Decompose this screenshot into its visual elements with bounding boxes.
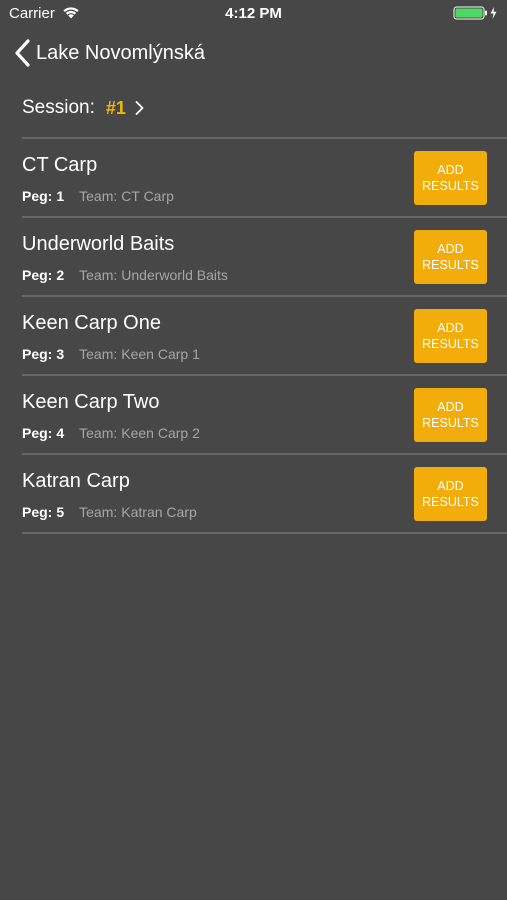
add-results-line1: ADD <box>437 321 464 335</box>
item-meta: Peg: 1 Team: CT Carp <box>22 188 174 204</box>
back-label: Lake Novomlýnská <box>36 41 205 64</box>
team-name: CT Carp <box>121 188 174 204</box>
screen: Carrier 4:12 PM Lake Novomlýnská Session… <box>0 0 507 900</box>
item-meta: Peg: 5 Team: Katran Carp <box>22 504 197 520</box>
peg-number: 5 <box>56 504 65 520</box>
add-results-line2: RESULTS <box>422 337 479 351</box>
team-name: Katran Carp <box>121 504 197 520</box>
divider <box>22 532 507 534</box>
add-results-line2: RESULTS <box>422 179 479 193</box>
add-results-button[interactable]: ADD RESULTS <box>414 151 487 205</box>
angler-name: CT Carp <box>22 154 98 176</box>
peg-number: 1 <box>56 188 65 204</box>
angler-list: CT Carp Peg: 1 Team: CT Carp ADD RESULTS… <box>22 137 507 534</box>
peg-number: 3 <box>56 346 65 362</box>
add-results-button[interactable]: ADD RESULTS <box>414 230 487 284</box>
add-results-line2: RESULTS <box>422 495 479 509</box>
list-item[interactable]: Keen Carp Two Peg: 4 Team: Keen Carp 2 A… <box>22 376 507 453</box>
session-label: Session: <box>22 97 95 118</box>
angler-name: Keen Carp Two <box>22 391 160 413</box>
battery-icon <box>453 6 497 20</box>
angler-name: Underworld Baits <box>22 233 175 255</box>
add-results-line1: ADD <box>437 242 464 256</box>
add-results-line1: ADD <box>437 163 464 177</box>
angler-name: Keen Carp One <box>22 312 161 334</box>
add-results-line1: ADD <box>437 479 464 493</box>
peg-label: Peg: <box>22 188 53 204</box>
team-name: Keen Carp 1 <box>121 346 200 362</box>
team-label: Team: <box>79 188 118 204</box>
item-meta: Peg: 4 Team: Keen Carp 2 <box>22 425 200 441</box>
item-meta: Peg: 2 Team: Underworld Baits <box>22 267 228 283</box>
add-results-button[interactable]: ADD RESULTS <box>414 388 487 442</box>
item-meta: Peg: 3 Team: Keen Carp 1 <box>22 346 200 362</box>
status-bar: Carrier 4:12 PM <box>0 0 507 28</box>
list-item[interactable]: Katran Carp Peg: 5 Team: Katran Carp ADD… <box>22 455 507 532</box>
angler-name: Katran Carp <box>22 470 130 492</box>
team-label: Team: <box>79 346 118 362</box>
add-results-line2: RESULTS <box>422 258 479 272</box>
list-item[interactable]: CT Carp Peg: 1 Team: CT Carp ADD RESULTS <box>22 139 507 216</box>
peg-number: 4 <box>56 425 65 441</box>
status-time: 4:12 PM <box>225 5 282 22</box>
peg-number: 2 <box>56 267 65 283</box>
team-name: Underworld Baits <box>121 267 228 283</box>
team-label: Team: <box>79 504 118 520</box>
session-selector[interactable]: Session: #1 <box>22 92 144 124</box>
add-results-line2: RESULTS <box>422 416 479 430</box>
peg-label: Peg: <box>22 346 53 362</box>
chevron-right-icon <box>135 101 144 115</box>
team-label: Team: <box>79 425 118 441</box>
session-value: #1 <box>105 97 126 118</box>
peg-label: Peg: <box>22 504 53 520</box>
add-results-button[interactable]: ADD RESULTS <box>414 467 487 521</box>
peg-label: Peg: <box>22 267 53 283</box>
team-name: Keen Carp 2 <box>121 425 200 441</box>
peg-label: Peg: <box>22 425 53 441</box>
add-results-line1: ADD <box>437 400 464 414</box>
list-item[interactable]: Keen Carp One Peg: 3 Team: Keen Carp 1 A… <box>22 297 507 374</box>
back-button[interactable]: Lake Novomlýnská <box>14 37 205 69</box>
add-results-button[interactable]: ADD RESULTS <box>414 309 487 363</box>
nav-bar: Lake Novomlýnská <box>0 28 507 78</box>
list-item[interactable]: Underworld Baits Peg: 2 Team: Underworld… <box>22 218 507 295</box>
chevron-left-icon <box>15 39 30 67</box>
team-label: Team: <box>79 267 118 283</box>
